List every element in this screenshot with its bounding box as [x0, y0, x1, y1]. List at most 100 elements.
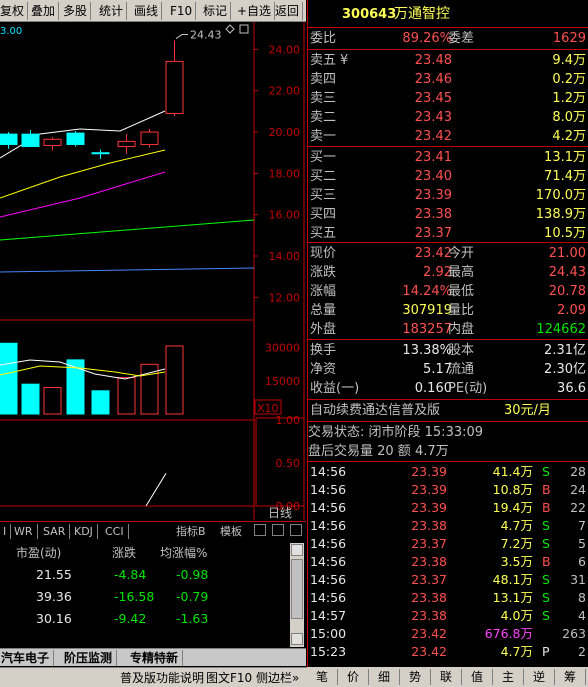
stat-row: 涨幅 14.24% 最低 20.78: [308, 282, 588, 301]
tick-flag: B: [542, 482, 551, 497]
ask-row-4[interactable]: 卖四 23.46 0.2万: [308, 70, 588, 89]
sector-tab-0[interactable]: 汽车电子: [0, 650, 55, 666]
quote-tab-5[interactable]: 值: [462, 669, 493, 685]
bid-row-5[interactable]: 买五 23.37 10.5万: [308, 224, 588, 243]
quote-tab-6[interactable]: 主: [493, 669, 524, 685]
ask-volume: 4.2万: [552, 129, 586, 144]
volume-axis-label: 30000: [265, 342, 300, 355]
col-header-avg-change[interactable]: 均涨幅%: [160, 544, 207, 561]
toolbar-button-4[interactable]: 画线: [131, 2, 163, 20]
tick-row: 14:56 23.39 10.8万 B 24: [308, 481, 588, 499]
toolbar-button-6[interactable]: 标记: [200, 2, 232, 20]
indicator-tab-3[interactable]: KDJ: [70, 524, 98, 539]
ask-price: 23.42: [414, 129, 452, 144]
tick-row: 14:56 23.38 13.1万 S 8: [308, 589, 588, 607]
bid-row-2[interactable]: 买二 23.40 71.4万: [308, 167, 588, 186]
tick-flag: S: [542, 572, 550, 587]
indicator-b-button[interactable]: 指标B: [176, 524, 206, 539]
status-item-2[interactable]: 侧边栏»: [256, 670, 299, 686]
tick-price: 23.38: [411, 608, 447, 623]
ask-row-2[interactable]: 卖二 23.43 8.0万: [308, 108, 588, 127]
toolbar-button-3[interactable]: 统计: [96, 2, 128, 20]
toolbar-button-5[interactable]: F10: [167, 2, 197, 20]
quote-panel-tabs: 笔价细势联值主逆筹: [307, 667, 588, 687]
quote-tab-8[interactable]: 筹: [555, 669, 586, 685]
tick-price: 23.38: [411, 590, 447, 605]
promo-banner[interactable]: 自动续费通达信普及版 30元/月: [308, 401, 588, 420]
tick-flag: S: [542, 464, 550, 479]
tick-volume: 48.1万: [492, 572, 533, 587]
stat-value: 20.78: [548, 284, 586, 299]
quote-tab-0[interactable]: 笔: [307, 669, 338, 685]
template-button[interactable]: 模板: [220, 524, 242, 539]
panel-close-icon[interactable]: [290, 524, 302, 536]
tick-row: 14:56 23.37 7.2万 S 5: [308, 535, 588, 553]
volume-bar-5: [117, 377, 136, 415]
stat-row: 换手 13.38% 股本 2.31亿: [308, 341, 588, 360]
sector-table: 市盈(动) 涨跌 均涨幅% 21.55 -4.84 -0.98 39.36 -16.58…: [0, 541, 306, 648]
stat-value: 21.00: [548, 246, 586, 261]
kline-chart-canvas[interactable]: 3.00 24.00 22.00 20.00 18.00 16.00 14.00 12.00 2…: [0, 22, 306, 520]
ask-row-5[interactable]: 卖五 ¥23.48 9.4万: [308, 51, 588, 70]
bid-row-4[interactable]: 买四 23.38 138.9万: [308, 205, 588, 224]
square-icon[interactable]: [239, 24, 249, 34]
tick-time: 14:57: [310, 608, 347, 623]
quote-tab-1[interactable]: 价: [338, 669, 369, 685]
status-item-0[interactable]: 普及版功能说明: [120, 670, 204, 686]
col-header-pe[interactable]: 市盈(动): [16, 544, 61, 561]
tick-flag: P: [542, 644, 550, 659]
bid-row-1[interactable]: 买一 23.41 13.1万: [308, 148, 588, 167]
tick-time: 14:56: [310, 482, 347, 497]
quote-tab-2[interactable]: 细: [369, 669, 400, 685]
scroll-thumb[interactable]: [291, 559, 303, 619]
kline-chart[interactable]: 3.00 24.00 22.00 20.00 18.00 16.00 14.00 12.00 2…: [0, 22, 306, 520]
sector-tab-2[interactable]: 专精特新: [126, 650, 184, 666]
top-left-value: 3.00: [0, 26, 22, 37]
panel-toggle-icon[interactable]: [272, 524, 284, 536]
ask-label: 卖三: [310, 91, 337, 106]
quote-tab-4[interactable]: 联: [431, 669, 462, 685]
ask-row-1[interactable]: 卖一 23.42 4.2万: [308, 127, 588, 146]
quote-panel: 300643 万通智控 委比 89.26% 委差 1629 卖五 ¥23.48 9.…: [307, 0, 588, 668]
bid-row-3[interactable]: 买三 23.39 170.0万: [308, 186, 588, 205]
panel-toggle-icon[interactable]: [254, 524, 266, 536]
ask-row-3[interactable]: 卖三 23.45 1.2万: [308, 89, 588, 108]
tick-price: 23.38: [411, 518, 447, 533]
toolbar-button-8[interactable]: 返回: [272, 2, 304, 20]
bid-volume: 71.4万: [544, 169, 586, 184]
sector-tab-1[interactable]: 阶压监测: [60, 650, 118, 666]
scroll-down-icon[interactable]: [291, 633, 303, 645]
indicator-tab-2[interactable]: SAR: [39, 524, 71, 539]
stat-label: 今开: [448, 246, 475, 261]
table-cell-avg-change: -0.79: [176, 589, 209, 604]
tick-row: 14:57 23.38 4.0万 S 4: [308, 607, 588, 625]
table-scrollbar[interactable]: [290, 543, 304, 647]
stat-label: 收益(一): [310, 381, 360, 396]
indicator-tab-1[interactable]: WR: [10, 524, 38, 539]
candle-2: [43, 138, 62, 146]
col-header-change[interactable]: 涨跌: [112, 544, 136, 561]
weibi-row: 委比 89.26% 委差 1629: [308, 29, 588, 48]
toolbar-button-1[interactable]: 叠加: [28, 2, 60, 20]
tick-volume: 3.5万: [500, 554, 533, 569]
promo-price[interactable]: 30元/月: [504, 401, 551, 420]
scroll-up-icon[interactable]: [291, 544, 303, 556]
table-cell-pe: 30.16: [36, 611, 72, 626]
stat-row: 涨跌 2.92 最高 24.43: [308, 263, 588, 282]
diamond-icon[interactable]: [225, 24, 235, 34]
toolbar-button-0[interactable]: 复权: [0, 2, 29, 20]
quote-tab-3[interactable]: 势: [400, 669, 431, 685]
period-label[interactable]: 日线: [268, 506, 292, 520]
quote-tab-7[interactable]: 逆: [524, 669, 555, 685]
stat-label: 总量: [310, 303, 337, 318]
status-item-1[interactable]: 图文F10: [206, 670, 252, 686]
toolbar-button-2[interactable]: 多股: [60, 2, 92, 20]
stat-value: 36.6: [557, 381, 586, 396]
toolbar-button-7[interactable]: +自选: [234, 2, 276, 20]
promo-text[interactable]: 自动续费通达信普及版: [310, 401, 440, 420]
tick-price: 23.39: [411, 482, 447, 497]
stat-label: 流通: [448, 362, 475, 377]
tick-volume: 4.0万: [500, 608, 533, 623]
price-axis-label: 14.00: [269, 250, 301, 263]
indicator-tab-4[interactable]: CCI: [101, 524, 129, 539]
